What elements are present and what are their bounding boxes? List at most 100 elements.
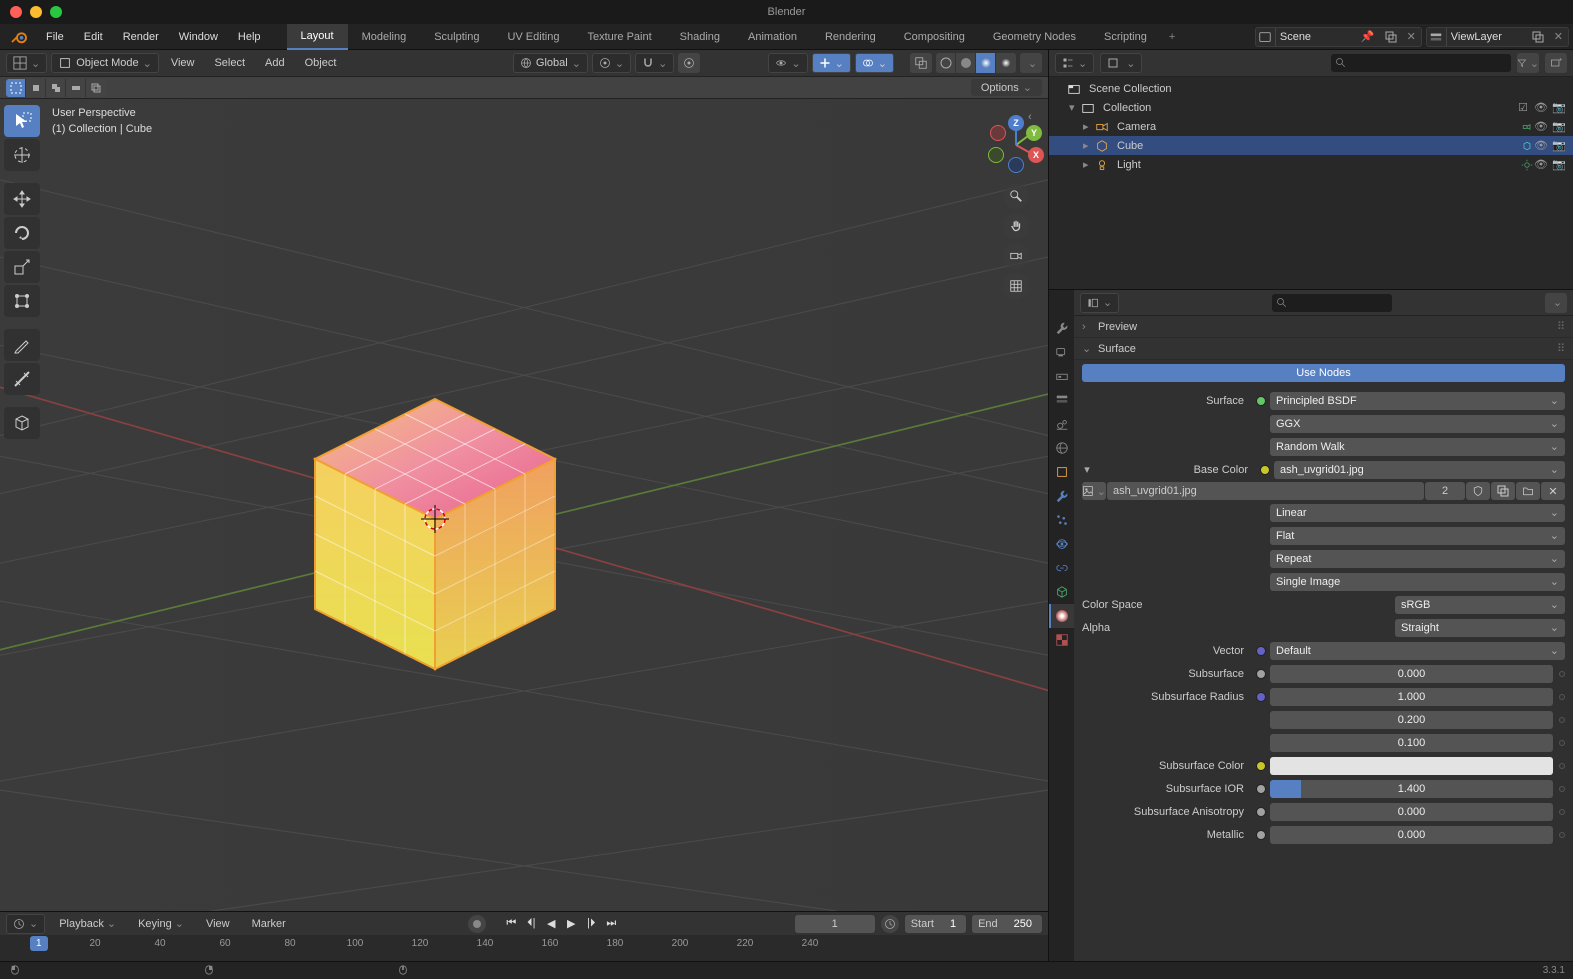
metallic-field[interactable]: 0.000 bbox=[1270, 826, 1553, 844]
viewport-menu-select[interactable]: Select bbox=[206, 57, 253, 69]
proportional-edit-button[interactable] bbox=[678, 53, 700, 73]
workspace-tab-shading[interactable]: Shading bbox=[666, 25, 734, 49]
workspace-tab-scripting[interactable]: Scripting bbox=[1090, 25, 1161, 49]
tool-add-cube[interactable] bbox=[4, 407, 40, 439]
open-image-button[interactable] bbox=[1516, 482, 1540, 500]
subsurface-ior-field[interactable]: 1.400 bbox=[1270, 780, 1553, 798]
eye-icon[interactable]: 👁 bbox=[1533, 139, 1549, 152]
auto-keying-toggle[interactable] bbox=[468, 915, 486, 933]
workspace-tab-modeling[interactable]: Modeling bbox=[348, 25, 421, 49]
editor-type-menu[interactable]: ⌄ bbox=[6, 53, 47, 73]
add-workspace-button[interactable]: + bbox=[1161, 27, 1183, 47]
axis-y[interactable]: Y bbox=[1026, 125, 1042, 141]
new-viewlayer-button[interactable] bbox=[1527, 31, 1549, 43]
expand-icon[interactable]: ▸ bbox=[1083, 139, 1095, 152]
subsurface-radius-x[interactable]: 1.000 bbox=[1270, 688, 1553, 706]
new-image-button[interactable] bbox=[1491, 482, 1515, 500]
unlink-image-button[interactable]: ✕ bbox=[1541, 482, 1565, 500]
outliner-new-collection[interactable]: + bbox=[1545, 53, 1567, 73]
timeline-playback-menu[interactable]: Playback bbox=[51, 917, 124, 930]
drag-handle-icon[interactable]: ⠿ bbox=[1557, 320, 1565, 333]
tree-item-camera[interactable]: ▸ Camera 👁 📷 bbox=[1049, 117, 1573, 136]
select-box[interactable] bbox=[26, 79, 46, 97]
select-subtract[interactable] bbox=[66, 79, 86, 97]
prop-tab-texture[interactable] bbox=[1049, 628, 1074, 652]
subsurface-aniso-field[interactable]: 0.000 bbox=[1270, 803, 1553, 821]
workspace-tab-sculpting[interactable]: Sculpting bbox=[420, 25, 493, 49]
color-socket-icon[interactable] bbox=[1260, 465, 1270, 475]
jump-end-button[interactable]: ⏭ bbox=[602, 915, 620, 933]
prop-tab-tool[interactable] bbox=[1049, 316, 1074, 340]
vector-field[interactable]: Default bbox=[1270, 642, 1565, 660]
workspace-tab-uv-editing[interactable]: UV Editing bbox=[493, 25, 573, 49]
prop-tab-modifiers[interactable] bbox=[1049, 484, 1074, 508]
axis-neg-y[interactable] bbox=[988, 147, 1004, 163]
pivot-selector[interactable]: ⌄ bbox=[592, 53, 631, 73]
maximize-window-button[interactable] bbox=[50, 6, 62, 18]
camera-icon[interactable]: 📷 bbox=[1551, 120, 1567, 133]
camera-icon[interactable]: 📷 bbox=[1551, 101, 1567, 114]
tree-item-cube[interactable]: ▸ Cube 👁 📷 bbox=[1049, 136, 1573, 155]
properties-options[interactable] bbox=[1545, 293, 1567, 313]
float-socket-icon[interactable] bbox=[1256, 669, 1266, 679]
camera-icon[interactable]: 📷 bbox=[1551, 139, 1567, 152]
tree-collection[interactable]: ▾ Collection ☑ 👁 📷 bbox=[1049, 98, 1573, 117]
tool-options-button[interactable]: Options⌄ bbox=[971, 79, 1042, 96]
menu-help[interactable]: Help bbox=[228, 27, 271, 47]
timeline-track[interactable]: 1 20406080100120140160180200220240 bbox=[0, 936, 1048, 961]
float-socket-icon[interactable] bbox=[1256, 784, 1266, 794]
subsurface-radius-y[interactable]: 0.200 bbox=[1270, 711, 1553, 729]
viewport-menu-view[interactable]: View bbox=[163, 57, 203, 69]
select-tweak[interactable] bbox=[6, 79, 26, 97]
expand-icon[interactable]: ▸ bbox=[1083, 158, 1095, 171]
menu-edit[interactable]: Edit bbox=[74, 27, 113, 47]
viewlayer-name-input[interactable] bbox=[1447, 31, 1527, 43]
timeline-marker-menu[interactable]: Marker bbox=[244, 918, 294, 930]
menu-file[interactable]: File bbox=[36, 27, 74, 47]
expand-toggle-icon[interactable]: ▾ bbox=[1082, 463, 1092, 476]
shading-options[interactable] bbox=[1020, 53, 1042, 73]
pin-scene-icon[interactable]: 📌 bbox=[1356, 30, 1380, 43]
viewlayer-selector[interactable]: ✕ bbox=[1426, 27, 1569, 47]
tool-select-box[interactable] bbox=[4, 105, 40, 137]
axis-neg-z[interactable] bbox=[1008, 157, 1024, 173]
extension-field[interactable]: Repeat bbox=[1270, 550, 1565, 568]
tool-annotate[interactable] bbox=[4, 329, 40, 361]
subsurface-radius-z[interactable]: 0.100 bbox=[1270, 734, 1553, 752]
fake-user-button[interactable] bbox=[1466, 482, 1490, 500]
workspace-tab-geometry-nodes[interactable]: Geometry Nodes bbox=[979, 25, 1090, 49]
delete-viewlayer-button[interactable]: ✕ bbox=[1549, 30, 1568, 43]
menu-render[interactable]: Render bbox=[113, 27, 169, 47]
float-socket-icon[interactable] bbox=[1256, 807, 1266, 817]
tool-rotate[interactable] bbox=[4, 217, 40, 249]
prop-tab-physics[interactable] bbox=[1049, 532, 1074, 556]
zoom-button[interactable] bbox=[1003, 183, 1029, 209]
shader-socket-icon[interactable] bbox=[1256, 396, 1266, 406]
distribution-field[interactable]: GGX bbox=[1270, 415, 1565, 433]
prop-tab-scene[interactable] bbox=[1049, 412, 1074, 436]
shading-wireframe[interactable] bbox=[936, 53, 956, 73]
keyframe-next-button[interactable]: |⏵ bbox=[582, 915, 600, 933]
orientation-selector[interactable]: Global⌄ bbox=[513, 53, 588, 73]
visibility-selector[interactable]: ⌄ bbox=[768, 53, 807, 73]
anim-dot-icon[interactable] bbox=[1559, 786, 1565, 792]
properties-search[interactable] bbox=[1272, 294, 1392, 312]
timeline-view-menu[interactable]: View bbox=[198, 918, 238, 930]
prop-tab-particles[interactable] bbox=[1049, 508, 1074, 532]
outliner-filter[interactable] bbox=[1517, 53, 1539, 73]
anim-dot-icon[interactable] bbox=[1559, 717, 1565, 723]
prop-tab-render[interactable] bbox=[1049, 340, 1074, 364]
tool-cursor[interactable] bbox=[4, 139, 40, 171]
tool-measure[interactable] bbox=[4, 363, 40, 395]
projection-field[interactable]: Flat bbox=[1270, 527, 1565, 545]
blender-logo-icon[interactable] bbox=[10, 27, 30, 47]
workspace-tab-animation[interactable]: Animation bbox=[734, 25, 811, 49]
preview-range-toggle[interactable] bbox=[881, 915, 899, 933]
viewport-3d[interactable]: User Perspective (1) Collection | Cube ‹… bbox=[0, 99, 1048, 911]
timeline-editor-type[interactable]: ⌄ bbox=[6, 914, 45, 934]
orbit-gizmo[interactable]: X Y Z bbox=[988, 117, 1044, 173]
image-name-field[interactable]: ash_uvgrid01.jpg bbox=[1107, 482, 1424, 500]
vector-socket-icon[interactable] bbox=[1256, 646, 1266, 656]
shading-solid[interactable] bbox=[956, 53, 976, 73]
drag-handle-icon[interactable]: ⠿ bbox=[1557, 342, 1565, 355]
